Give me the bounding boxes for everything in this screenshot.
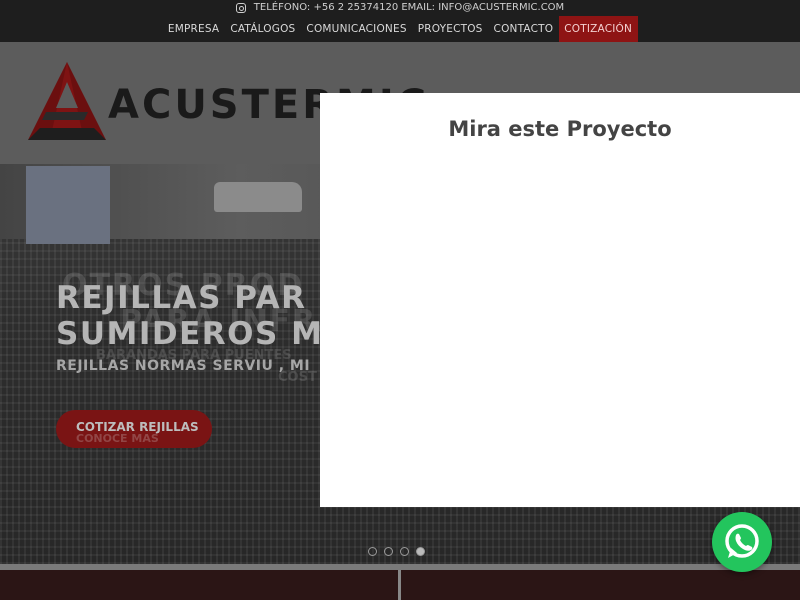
cta-ghost-label: CONOCE MAS [76,432,159,445]
whatsapp-icon [725,524,759,558]
main-nav: EMPRESA CATÁLOGOS COMUNICACIONES PROYECT… [0,16,800,42]
nav-item-cotizacion[interactable]: COTIZACIÓN [558,16,638,42]
project-popup[interactable]: Mira este Proyecto [320,93,800,507]
cotizar-rejillas-button[interactable]: COTIZAR REJILLAS CONOCE MAS [56,410,212,448]
popup-title: Mira este Proyecto [448,117,672,141]
nav-item-catalogos[interactable]: CATÁLOGOS [225,16,301,42]
hero-headline-line-2: SUMIDEROS M [56,316,324,352]
contact-info: TELÉFONO: +56 2 25374120 EMAIL: INFO@ACU… [253,2,565,13]
hero-subheadline: REJILLAS NORMAS SERVIU , MI [56,358,311,374]
contact-row: TELÉFONO: +56 2 25374120 EMAIL: INFO@ACU… [0,0,800,15]
top-bar: TELÉFONO: +56 2 25374120 EMAIL: INFO@ACU… [0,0,800,42]
slider-dot-1[interactable] [368,547,377,556]
section-divider [398,570,401,600]
hero-headline-line-1: REJILLAS PAR [56,280,307,316]
hero-headline: REJILLAS PAR SUMIDEROS M [56,280,323,352]
whatsapp-button[interactable] [712,512,772,572]
slider-dots [368,547,425,556]
slider-dot-3[interactable] [400,547,409,556]
instagram-icon[interactable] [235,2,246,13]
nav-item-comunicaciones[interactable]: COMUNICACIONES [301,16,412,42]
nav-item-empresa[interactable]: EMPRESA [162,16,224,42]
nav-item-proyectos[interactable]: PROYECTOS [412,16,488,42]
slider-dot-4[interactable] [416,547,425,556]
hero-sign-graphic [26,166,110,244]
nav-item-contacto[interactable]: CONTACTO [488,16,559,42]
hero-truck-graphic [214,182,302,212]
logo-icon[interactable] [26,60,108,142]
slider-dot-2[interactable] [384,547,393,556]
